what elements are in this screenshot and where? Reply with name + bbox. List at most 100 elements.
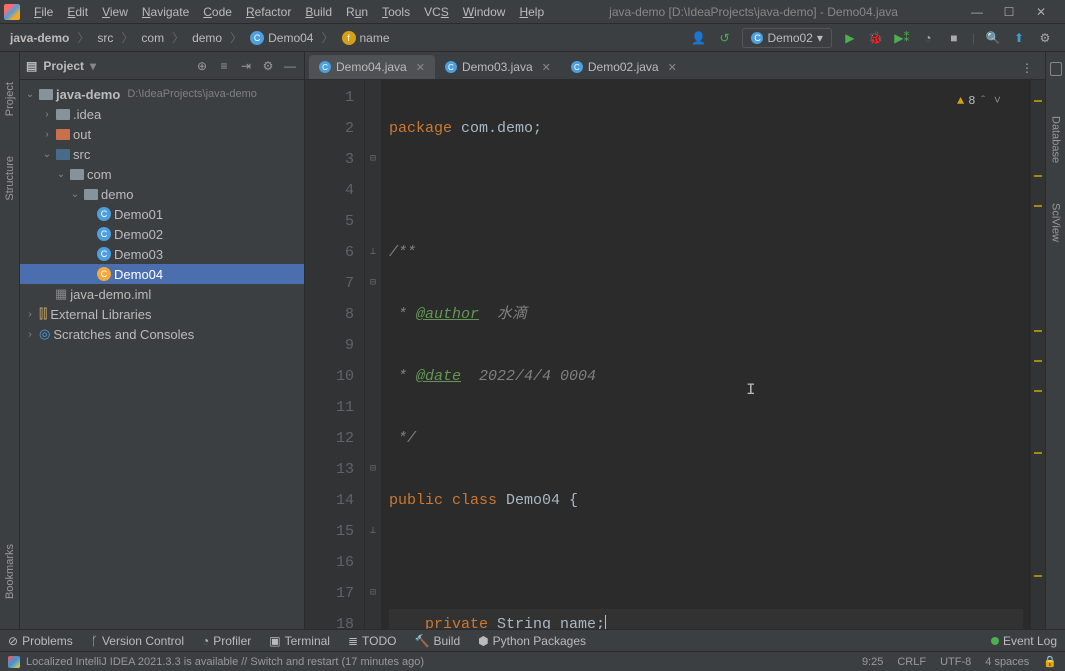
status-position[interactable]: 9:25 [862, 656, 883, 668]
status-message[interactable]: Localized IntelliJ IDEA 2021.3.3 is avai… [26, 656, 424, 668]
tree-demo02[interactable]: CDemo02 [20, 224, 304, 244]
menu-view[interactable]: View [96, 3, 134, 21]
stop-icon[interactable]: ■ [946, 30, 962, 46]
toolbar-icons: 👤 ↺ CDemo02 ▾ ▶ 🐞 ▶⁑ ◔ ■ | 🔍 ⬆ ⚙ [690, 28, 1059, 48]
collapse-all-icon[interactable]: ⇥ [238, 59, 254, 73]
menu-tools[interactable]: Tools [376, 3, 416, 21]
status-indent[interactable]: 4 spaces [985, 656, 1029, 668]
tool-database[interactable]: Database [1050, 116, 1062, 163]
tool-todo[interactable]: ≣ TODO [348, 634, 397, 648]
crumb-class[interactable]: CDemo04 [246, 29, 317, 47]
menu-run[interactable]: Run [340, 3, 374, 21]
warning-icon: ▲ [957, 86, 964, 117]
database-icon[interactable] [1050, 62, 1062, 76]
tree-scratches[interactable]: ◎Scratches and Consoles [20, 324, 304, 344]
intellij-icon [8, 656, 20, 668]
minimize-button[interactable]: — [965, 4, 989, 20]
crumb-src[interactable]: src [93, 29, 117, 47]
close-icon[interactable]: ✕ [668, 61, 677, 74]
tool-project[interactable]: Project [4, 82, 16, 116]
left-tool-strip: Project Structure Bookmarks [0, 52, 20, 629]
bottom-tool-bar: ⊘ Problems ᚴ Version Control ◔ Profiler … [0, 629, 1065, 651]
ide-settings-icon[interactable]: ⚙ [1037, 30, 1053, 46]
inspection-badge[interactable]: ▲8 ˆ ˅ [957, 86, 1001, 117]
crumb-field[interactable]: fname [338, 29, 394, 47]
tool-sciview[interactable]: SciView [1050, 203, 1062, 242]
tree-out[interactable]: out [20, 124, 304, 144]
tree-com[interactable]: com [20, 164, 304, 184]
tree-iml[interactable]: ▦java-demo.iml [20, 284, 304, 304]
mouse-text-cursor: I [746, 375, 756, 406]
close-icon[interactable]: ✕ [416, 61, 425, 74]
select-opened-icon[interactable]: ⊕ [194, 59, 210, 73]
tool-bookmarks[interactable]: Bookmarks [4, 544, 16, 599]
code-editor[interactable]: 123456789101112131415161718 ⊟⊥⊟⊟⊥⊟ packa… [305, 80, 1045, 629]
tree-demo[interactable]: demo [20, 184, 304, 204]
close-icon[interactable]: ✕ [542, 61, 551, 74]
close-button[interactable]: ✕ [1029, 4, 1053, 20]
crumb-demo[interactable]: demo [188, 29, 226, 47]
code-content[interactable]: package com.demo; /** * @author 水滴 * @da… [381, 80, 1031, 629]
text-caret [605, 615, 606, 629]
menu-edit[interactable]: Edit [61, 3, 94, 21]
fold-gutter[interactable]: ⊟⊥⊟⊟⊥⊟ [365, 80, 381, 629]
sync-icon[interactable]: ↺ [716, 30, 732, 46]
tool-eventlog[interactable]: Event Log [991, 634, 1057, 648]
tree-src[interactable]: src [20, 144, 304, 164]
menu-refactor[interactable]: Refactor [240, 3, 297, 21]
status-encoding[interactable]: UTF-8 [940, 656, 971, 668]
tool-python[interactable]: ⬢ Python Packages [478, 634, 586, 648]
tree-demo04[interactable]: CDemo04 [20, 264, 304, 284]
panel-title: Project [43, 59, 84, 73]
debug-icon[interactable]: 🐞 [868, 30, 884, 46]
tool-vcs[interactable]: ᚴ Version Control [91, 634, 184, 648]
menu-code[interactable]: Code [197, 3, 238, 21]
titlebar: File Edit View Navigate Code Refactor Bu… [0, 0, 1065, 24]
menu-help[interactable]: Help [513, 3, 550, 21]
project-panel-header: ▤Project ▾ ⊕ ≡ ⇥ ⚙ — [20, 52, 304, 80]
tree-root[interactable]: java-demoD:\IdeaProjects\java-demo [20, 84, 304, 104]
maximize-button[interactable]: ☐ [997, 4, 1021, 20]
panel-icon: ▤ [26, 59, 37, 73]
profile-icon[interactable]: ◔ [920, 30, 936, 46]
crumb-project[interactable]: java-demo [6, 29, 73, 47]
expand-all-icon[interactable]: ≡ [216, 59, 232, 73]
gear-icon[interactable]: ⚙ [260, 59, 276, 73]
tab-demo02[interactable]: CDemo02.java✕ [561, 55, 687, 79]
add-user-icon[interactable]: 👤 [690, 30, 706, 46]
menu-window[interactable]: Window [457, 3, 512, 21]
project-tree[interactable]: java-demoD:\IdeaProjects\java-demo .idea… [20, 80, 304, 629]
coverage-icon[interactable]: ▶⁑ [894, 30, 910, 46]
tab-demo03[interactable]: CDemo03.java✕ [435, 55, 561, 79]
tree-external[interactable]: ⫿⫿External Libraries [20, 304, 304, 324]
tool-structure[interactable]: Structure [4, 156, 16, 201]
error-stripe[interactable] [1031, 80, 1045, 629]
hide-panel-icon[interactable]: — [282, 59, 298, 73]
tool-profiler[interactable]: ◔ Profiler [202, 634, 251, 648]
tab-demo04[interactable]: CDemo04.java✕ [309, 55, 435, 79]
tool-build[interactable]: 🔨 Build [414, 634, 460, 648]
tree-idea[interactable]: .idea [20, 104, 304, 124]
line-gutter: 123456789101112131415161718 [305, 80, 365, 629]
crumb-com[interactable]: com [137, 29, 168, 47]
navigation-bar: java-demo〉 src〉 com〉 demo〉 CDemo04〉 fnam… [0, 24, 1065, 52]
menu-file[interactable]: File [28, 3, 59, 21]
window-title: java-demo [D:\IdeaProjects\java-demo] - … [550, 5, 957, 19]
menu-navigate[interactable]: Navigate [136, 3, 195, 21]
tree-demo03[interactable]: CDemo03 [20, 244, 304, 264]
tool-terminal[interactable]: ▣ Terminal [269, 634, 330, 648]
tree-demo01[interactable]: CDemo01 [20, 204, 304, 224]
main-area: Project Structure Bookmarks ▤Project ▾ ⊕… [0, 52, 1065, 629]
status-lock-icon[interactable]: 🔒 [1043, 655, 1057, 668]
status-eol[interactable]: CRLF [897, 656, 926, 668]
tab-menu-icon[interactable]: ⋮ [1013, 57, 1041, 79]
run-config-selector[interactable]: CDemo02 ▾ [742, 28, 831, 48]
right-tool-strip: Database SciView [1045, 52, 1065, 629]
run-icon[interactable]: ▶ [842, 30, 858, 46]
update-icon[interactable]: ⬆ [1011, 30, 1027, 46]
tool-problems[interactable]: ⊘ Problems [8, 634, 73, 648]
menu-bar: File Edit View Navigate Code Refactor Bu… [28, 3, 550, 21]
search-icon[interactable]: 🔍 [985, 30, 1001, 46]
menu-vcs[interactable]: VCS [418, 3, 455, 21]
menu-build[interactable]: Build [299, 3, 338, 21]
